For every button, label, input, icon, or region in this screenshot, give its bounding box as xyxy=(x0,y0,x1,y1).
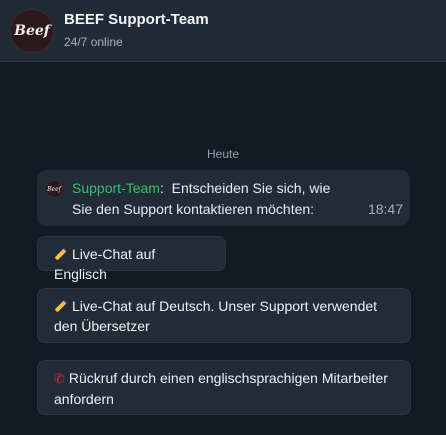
avatar[interactable]: Beef xyxy=(10,9,54,53)
pencil-icon xyxy=(54,244,68,264)
message-text-line-2: Sie den Support kontaktieren möchten: xyxy=(72,201,315,217)
message-text-line-1: Entscheiden Sie sich, wie xyxy=(171,180,331,196)
date-divider: Heute xyxy=(206,147,240,161)
message-separator: : xyxy=(159,180,164,196)
message-sender: Support-Team xyxy=(72,180,160,196)
chat-header: Beef BEEF Support-Team 24/7 online xyxy=(0,0,446,62)
option-callback-button[interactable]: ✆ Rückruf durch einen englischsprachigen … xyxy=(37,360,411,415)
message-avatar: Beef xyxy=(45,180,63,198)
option-label: Rückruf durch einen englischsprachigen M… xyxy=(54,370,388,407)
message-bubble: Beef Support-Team: Entscheiden Sie sich,… xyxy=(37,170,410,226)
option-live-chat-german-button[interactable]: Live-Chat auf Deutsch. Unser Support ver… xyxy=(37,288,411,343)
pencil-icon xyxy=(54,296,68,316)
message-timestamp: 18:47 xyxy=(367,201,403,217)
option-label: Live-Chat auf Deutsch. Unser Support ver… xyxy=(54,298,378,334)
chat-title: BEEF Support-Team xyxy=(64,11,209,28)
option-label: Live-Chat auf Englisch xyxy=(54,246,156,282)
phone-icon: ✆ xyxy=(54,371,65,386)
option-live-chat-english-button[interactable]: Live-Chat auf Englisch xyxy=(37,236,226,282)
message-line-1: Support-Team: Entscheiden Sie sich, wie xyxy=(72,180,330,196)
status-text: 24/7 online xyxy=(64,35,123,49)
